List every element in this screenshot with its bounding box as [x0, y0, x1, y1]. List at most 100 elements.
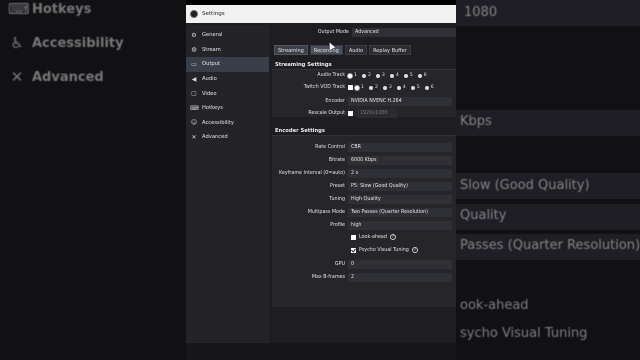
audio-track-radio[interactable]: 4: [389, 73, 399, 78]
output-mode-label: Output Mode: [317, 30, 349, 35]
bg-text: Quality: [460, 208, 507, 223]
rate-control-row: Rate Control CBR: [272, 143, 452, 152]
title-bar: Settings: [186, 5, 456, 23]
bframes-input[interactable]: 2: [348, 273, 452, 282]
keyboard-icon: ⌨: [8, 0, 30, 18]
tab-replay-buffer[interactable]: Replay Buffer: [369, 45, 411, 55]
obs-logo-icon: [190, 10, 198, 18]
encoder-row: Encoder NVIDIA NVENC H.264: [272, 97, 452, 106]
encoder-settings-title: Encoder Settings: [275, 128, 325, 134]
sidebar-item-video[interactable]: ▢ Video: [186, 86, 269, 101]
gpu-label: GPU: [334, 262, 345, 267]
bitrate-row: Bitrate 6000 Kbps: [272, 156, 452, 165]
sidebar-item-accessibility[interactable]: ☺ Accessibility: [186, 116, 269, 131]
gpu-row: GPU 0: [272, 260, 452, 269]
audio-track-radio[interactable]: 5: [403, 73, 413, 78]
encoder-select[interactable]: NVIDIA NVENC H.264: [348, 97, 452, 106]
keyboard-icon: ⌨: [190, 104, 199, 112]
speaker-icon: ◀: [191, 75, 197, 83]
bframes-label: Max B-frames: [311, 275, 345, 280]
sidebar-item-output[interactable]: ▭ Output: [186, 57, 269, 72]
multipass-row: Multipass Mode Two Passes (Quarter Resol…: [272, 208, 452, 217]
background-right-zoom: 1080 Kbps Slow (Good Quality) Quality Pa…: [456, 0, 640, 360]
bg-advanced-item: ✕ Advanced: [8, 68, 104, 86]
psycho-visual-checkbox[interactable]: [351, 247, 356, 253]
vod-track-radio[interactable]: 1: [355, 85, 364, 90]
twitch-vod-label: Twitch VOD Track: [303, 85, 345, 90]
audio-track-radio[interactable]: 3: [375, 73, 385, 78]
multipass-select[interactable]: Two Passes (Quarter Resolution): [348, 208, 452, 217]
audio-track-radio[interactable]: 2: [361, 73, 371, 78]
settings-sidebar: ⚙ General ◍ Stream ▭ Output ◀ Audio ▢ Video ⌨…: [186, 25, 269, 343]
psycho-row: Psycho Visual Tuning ?: [351, 247, 418, 253]
bg-text: Kbps: [460, 114, 492, 129]
preset-select[interactable]: P5: Slow (Good Quality): [348, 182, 452, 191]
wrench-icon: ✕: [191, 133, 197, 141]
tab-recording[interactable]: Recording: [309, 45, 343, 55]
profile-label: Profile: [330, 223, 345, 228]
vod-track-radio[interactable]: 6: [424, 85, 434, 90]
output-mode-row: Output Mode Advanced: [312, 28, 456, 37]
audio-track-radio[interactable]: 6: [417, 73, 427, 78]
sidebar-item-hotkeys[interactable]: ⌨ Hotkeys: [186, 101, 269, 116]
bg-text: 1080: [464, 5, 498, 20]
bframes-row: Max B-frames 2: [272, 273, 452, 282]
tab-streaming[interactable]: Streaming: [274, 45, 308, 55]
help-icon[interactable]: ?: [389, 234, 396, 240]
rescale-row: Rescale Output 1920x1080: [272, 109, 397, 118]
rescale-select[interactable]: 1920x1080: [357, 109, 397, 118]
background-left-zoom: ⌨ Hotkeys ♿ Accessibility ✕ Advanced: [0, 0, 186, 360]
bitrate-label: Bitrate: [328, 158, 345, 163]
output-mode-select[interactable]: Advanced: [352, 28, 456, 37]
bg-accessibility-item: ♿ Accessibility: [8, 34, 123, 52]
gpu-input[interactable]: 0: [348, 260, 452, 269]
vod-track-radio[interactable]: 5: [410, 85, 420, 90]
rate-control-label: Rate Control: [315, 145, 345, 150]
tuning-select[interactable]: High Quality: [348, 195, 452, 204]
vod-track-radio[interactable]: 2: [368, 85, 378, 90]
profile-select[interactable]: high: [348, 221, 452, 230]
audio-track-label: Audio Track: [317, 73, 345, 78]
psycho-visual-label: Psycho Visual Tuning: [359, 247, 409, 253]
wrench-icon: ✕: [10, 68, 24, 86]
tuning-label: Tuning: [329, 197, 345, 202]
accessibility-icon: ☺: [190, 119, 198, 127]
globe-icon: ◍: [191, 46, 197, 54]
bg-text: ook-ahead: [460, 298, 529, 313]
audio-track-row: Audio Track 1 2 3 4 5 6: [272, 73, 432, 78]
monitor-icon: ▢: [191, 90, 197, 98]
preset-label: Preset: [330, 184, 345, 189]
profile-row: Profile high: [272, 221, 452, 230]
encoder-label: Encoder: [325, 99, 345, 104]
sidebar-item-audio[interactable]: ◀ Audio: [186, 72, 269, 87]
sidebar-item-general[interactable]: ⚙ General: [186, 28, 269, 43]
help-icon[interactable]: ?: [411, 247, 418, 253]
bg-hotkeys-item: ⌨ Hotkeys: [8, 0, 92, 18]
keyframe-label: Keyframe Interval (0=auto): [279, 171, 345, 176]
sidebar-item-stream[interactable]: ◍ Stream: [186, 43, 269, 58]
audio-track-radio[interactable]: 1: [348, 73, 357, 78]
output-icon: ▭: [191, 60, 197, 68]
bg-text: Slow (Good Quality): [460, 178, 590, 193]
tuning-row: Tuning High Quality: [272, 195, 452, 204]
output-settings-panel: Output Mode Advanced Streaming Recording…: [272, 25, 456, 355]
output-tabs: Streaming Recording Audio Replay Buffer: [274, 45, 411, 55]
sidebar-item-advanced[interactable]: ✕ Advanced: [186, 130, 269, 145]
bottom-button-bar: [186, 343, 456, 360]
tab-audio[interactable]: Audio: [344, 45, 368, 55]
vod-track-radio[interactable]: 3: [382, 85, 392, 90]
rescale-checkbox[interactable]: [348, 111, 353, 116]
twitch-vod-row: Twitch VOD Track 1 2 3 4 5 6: [272, 85, 439, 90]
lookahead-checkbox[interactable]: [351, 234, 356, 240]
vod-track-radio[interactable]: 4: [396, 85, 406, 90]
settings-window: Settings ⚙ General ◍ Stream ▭ Output ◀ Audio…: [186, 5, 456, 360]
streaming-settings-title: Streaming Settings: [275, 62, 332, 68]
lookahead-row: Look-ahead ?: [351, 234, 396, 240]
keyframe-input[interactable]: 2 s: [348, 169, 452, 178]
keyframe-row: Keyframe Interval (0=auto) 2 s: [272, 169, 452, 178]
twitch-vod-checkbox[interactable]: [348, 85, 353, 90]
rate-control-select[interactable]: CBR: [348, 143, 452, 152]
multipass-label: Multipass Mode: [307, 210, 345, 215]
bg-text: Passes (Quarter Resolution): [460, 238, 640, 253]
bitrate-input[interactable]: 6000 Kbps: [348, 156, 452, 165]
